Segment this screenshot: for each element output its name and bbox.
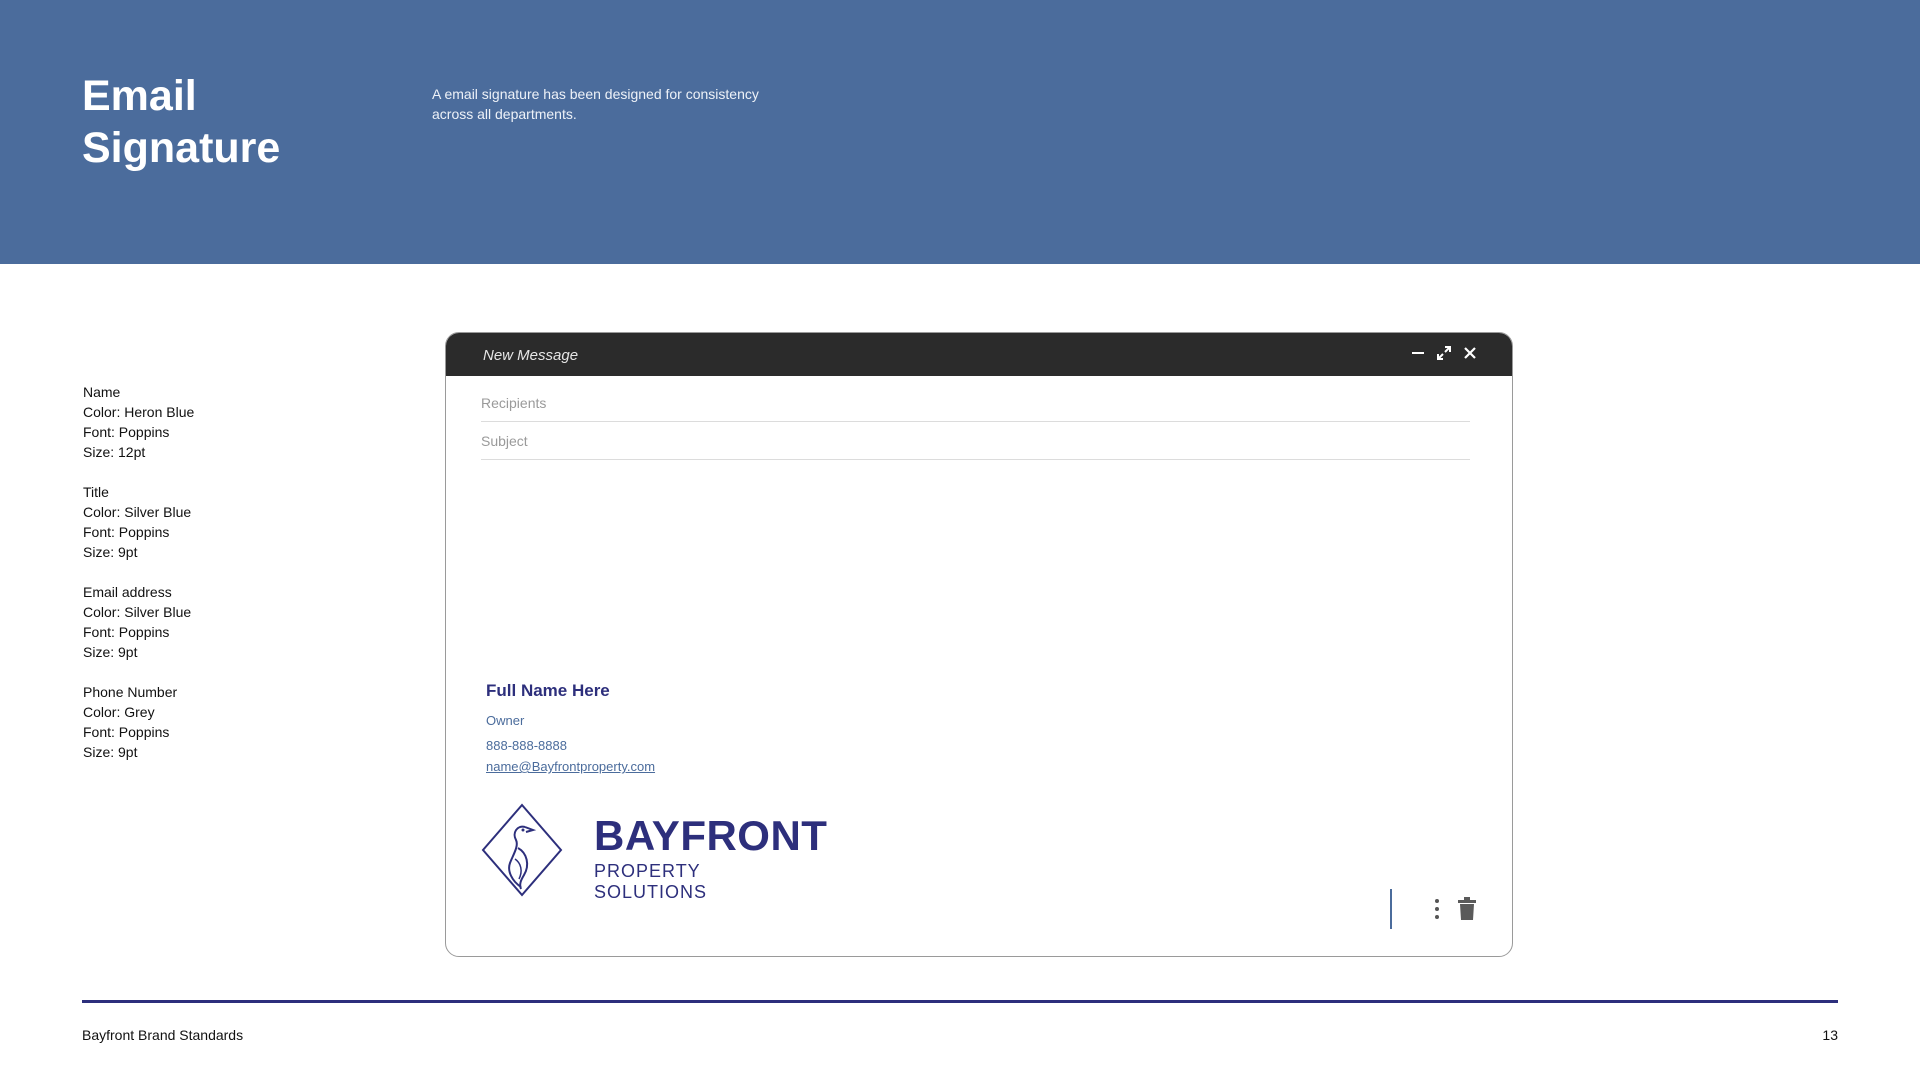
spec-font: Font: Poppins <box>83 724 170 740</box>
spec-size: Size: 9pt <box>83 644 138 660</box>
compose-window: New Message Recipients Subject Full Name… <box>445 332 1513 957</box>
heron-diamond-icon <box>481 803 563 897</box>
page-title-line-2: Signature <box>82 124 281 172</box>
spec-size: Size: 9pt <box>83 744 138 760</box>
spec-block-email: Email address Color: Silver Blue Font: P… <box>83 582 343 662</box>
subject-field[interactable]: Subject <box>481 433 1470 460</box>
signature-spec-list: Name Color: Heron Blue Font: Poppins Siz… <box>83 382 343 782</box>
recipients-field[interactable]: Recipients <box>481 395 1470 422</box>
spec-font: Font: Poppins <box>83 424 170 440</box>
compose-title: New Message <box>483 347 579 364</box>
spec-label: Name <box>83 384 121 400</box>
spec-label: Phone Number <box>83 684 178 700</box>
page-intro-line-1: A email signature has been designed for … <box>432 86 759 102</box>
signature-title: Owner <box>486 713 525 728</box>
minimize-icon[interactable] <box>1407 342 1429 364</box>
close-icon[interactable] <box>1459 342 1481 364</box>
logo-wordmark: BAYFRONT <box>594 812 828 859</box>
spec-label: Email address <box>83 584 172 600</box>
page-title: Email Signature <box>82 70 342 174</box>
spec-block-phone: Phone Number Color: Grey Font: Poppins S… <box>83 682 343 762</box>
spec-color: Color: Heron Blue <box>83 404 195 420</box>
more-options-icon[interactable] <box>1430 896 1444 922</box>
bayfront-logo: BAYFRONT PROPERTY SOLUTIONS <box>481 803 827 902</box>
signature-email-link[interactable]: name@Bayfrontproperty.com <box>486 759 655 774</box>
page-intro: A email signature has been designed for … <box>432 84 792 124</box>
spec-color: Color: Silver Blue <box>83 604 192 620</box>
page-number: 13 <box>1822 1027 1838 1043</box>
compose-title-bar: New Message <box>446 333 1512 376</box>
spec-font: Font: Poppins <box>83 524 170 540</box>
spec-size: Size: 9pt <box>83 544 138 560</box>
signature-name: Full Name Here <box>486 681 610 700</box>
page-intro-line-2: across all departments. <box>432 106 577 122</box>
spec-label: Title <box>83 484 109 500</box>
signature-phone: 888-888-8888 <box>486 738 567 753</box>
spec-block-name: Name Color: Heron Blue Font: Poppins Siz… <box>83 382 343 462</box>
spec-size: Size: 12pt <box>83 444 146 460</box>
trash-icon[interactable] <box>1456 897 1478 921</box>
spec-font: Font: Poppins <box>83 624 170 640</box>
expand-icon[interactable] <box>1433 342 1455 364</box>
spec-block-title: Title Color: Silver Blue Font: Poppins S… <box>83 482 343 562</box>
logo-tagline: PROPERTY SOLUTIONS <box>594 861 708 902</box>
footer-doc-title: Bayfront Brand Standards <box>82 1027 244 1043</box>
spec-color: Color: Grey <box>83 704 155 720</box>
footer-rule <box>82 1000 1838 1003</box>
text-cursor <box>1390 889 1392 929</box>
page-title-line-1: Email <box>82 72 197 120</box>
email-signature: Full Name Here Owner 888-888-8888 name@B… <box>486 681 655 774</box>
spec-color: Color: Silver Blue <box>83 504 192 520</box>
